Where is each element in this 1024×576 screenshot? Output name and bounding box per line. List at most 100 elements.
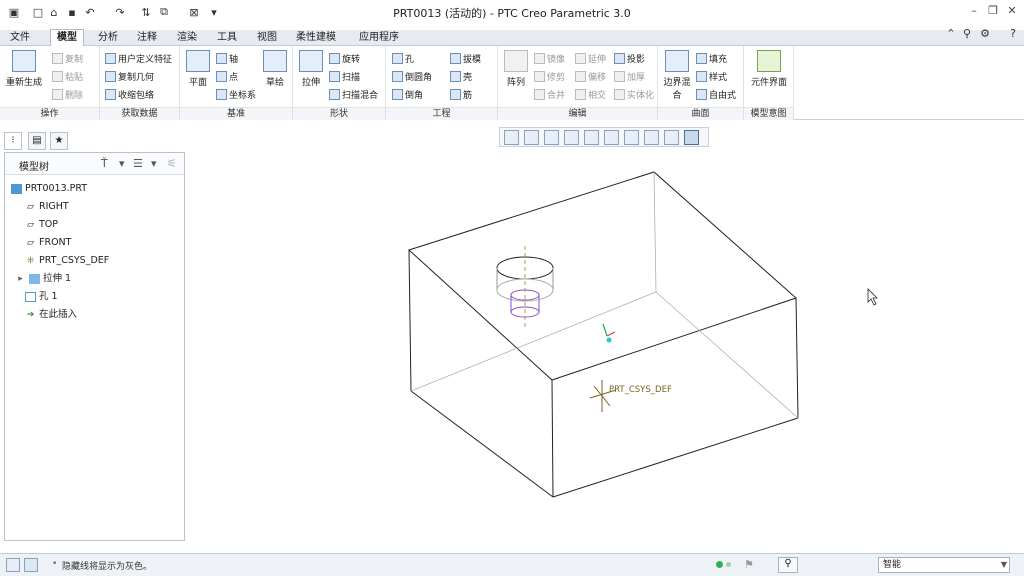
tree-settings-dropdown-icon[interactable]: ▾ xyxy=(119,157,125,170)
tree-item-insert-here[interactable]: ➔ 在此插入 xyxy=(25,307,77,323)
tree-settings-icon[interactable]: Ť xyxy=(101,157,108,170)
extend-button[interactable]: 延伸 xyxy=(575,52,606,65)
tab-file[interactable]: 文件 xyxy=(4,30,36,46)
pattern-button[interactable]: 阵列 xyxy=(502,50,530,88)
repaint-icon[interactable] xyxy=(564,130,579,145)
group-label-engineering[interactable]: 工程 xyxy=(386,107,497,120)
shell-button[interactable]: 壳 xyxy=(450,70,472,83)
tree-item-extrude[interactable]: ▸ 拉伸 1 xyxy=(15,271,71,287)
favorites-tab-icon[interactable]: ★ xyxy=(50,132,68,150)
freestyle-button[interactable]: 自由式 xyxy=(696,88,736,101)
swept-blend-button[interactable]: 扫描混合 xyxy=(329,88,378,101)
point-button[interactable]: 点 xyxy=(216,70,238,83)
merge-button[interactable]: 合并 xyxy=(534,88,565,101)
show-dropdown-icon[interactable]: ▾ xyxy=(151,157,157,170)
tab-flexible-modeling[interactable]: 柔性建模 xyxy=(290,30,342,46)
regen-status-icon xyxy=(716,561,723,568)
close-icon[interactable]: ✕ xyxy=(1004,4,1020,18)
tab-analysis[interactable]: 分析 xyxy=(92,30,124,46)
solidify-button[interactable]: 实体化 xyxy=(614,88,654,101)
shrinkwrap-button[interactable]: 收缩包络 xyxy=(105,88,154,101)
sweep-button[interactable]: 扫描 xyxy=(329,70,360,83)
restore-icon[interactable]: ❐ xyxy=(985,4,1001,18)
extrude-button[interactable]: 拉伸 xyxy=(297,50,325,88)
axis-button[interactable]: 轴 xyxy=(216,52,238,65)
zoom-out-icon[interactable] xyxy=(544,130,559,145)
minimize-ribbon-icon[interactable]: ⌃ xyxy=(944,27,958,41)
saved-orientations-icon[interactable] xyxy=(604,130,619,145)
csys-button[interactable]: 坐标系 xyxy=(216,88,256,101)
filter-icon[interactable]: ⚟ xyxy=(167,157,177,170)
group-operations: 重新生成 复制 粘贴 删除 操作 xyxy=(0,46,100,120)
graphics-area[interactable]: PRT_CSYS_DEF xyxy=(190,150,1024,545)
toggle-navigator-icon[interactable] xyxy=(6,558,20,572)
delete-button[interactable]: 删除 xyxy=(52,88,83,101)
folder-browser-tab-icon[interactable]: ▤ xyxy=(28,132,46,150)
boundary-blend-button[interactable]: 边界混合 xyxy=(662,50,692,101)
copy-button[interactable]: 复制 xyxy=(52,52,83,65)
udf-button[interactable]: 用户定义特征 xyxy=(105,52,172,65)
sketch-button[interactable]: 草绘 xyxy=(262,50,288,88)
search-icon[interactable]: ⚲ xyxy=(960,27,974,41)
style-button[interactable]: 样式 xyxy=(696,70,727,83)
tab-render[interactable]: 渲染 xyxy=(171,30,203,46)
component-interface-button[interactable]: 元件界面 xyxy=(750,50,788,88)
group-label-model-intent[interactable]: 模型意图 xyxy=(744,107,793,120)
group-label-datum[interactable]: 基准 xyxy=(180,107,292,120)
copy-geometry-button[interactable]: 复制几何 xyxy=(105,70,154,83)
chamfer-button[interactable]: 倒角 xyxy=(392,88,423,101)
ribbon-tabs: 文件 模型 分析 注释 渲染 工具 视图 柔性建模 应用程序 xyxy=(0,29,1024,46)
thicken-button[interactable]: 加厚 xyxy=(614,70,645,83)
flag-icon[interactable]: ⚑ xyxy=(744,558,754,571)
group-label-editing[interactable]: 编辑 xyxy=(498,107,657,120)
paste-button[interactable]: 粘贴 xyxy=(52,70,83,83)
minimize-icon[interactable]: – xyxy=(966,4,982,18)
refit-icon[interactable] xyxy=(504,130,519,145)
style-icon xyxy=(696,71,707,82)
show-icon[interactable]: ☰ xyxy=(133,157,143,170)
group-label-surfaces[interactable]: 曲面 xyxy=(658,107,743,120)
tab-tools[interactable]: 工具 xyxy=(211,30,243,46)
round-button[interactable]: 倒圆角 xyxy=(392,70,432,83)
rib-button[interactable]: 筋 xyxy=(450,88,472,101)
view-manager-icon[interactable] xyxy=(624,130,639,145)
project-button[interactable]: 投影 xyxy=(614,52,645,65)
annotation-display-icon[interactable] xyxy=(684,130,699,145)
tree-item-front[interactable]: ▱ FRONT xyxy=(25,235,71,251)
model-tree-tab-icon[interactable]: ⁝ xyxy=(4,132,22,150)
revolve-button[interactable]: 旋转 xyxy=(329,52,360,65)
find-icon[interactable]: ⚲ xyxy=(778,557,798,573)
draft-button[interactable]: 拔模 xyxy=(450,52,481,65)
browser-icon[interactable] xyxy=(24,558,38,572)
hole-button[interactable]: 孔 xyxy=(392,52,414,65)
datum-display-filters-icon[interactable] xyxy=(664,130,679,145)
group-label-shapes[interactable]: 形状 xyxy=(293,107,385,120)
perspective-icon[interactable] xyxy=(644,130,659,145)
model-tree: 模型树 Ť ▾ ☰ ▾ ⚟ PRT0013.PRT ▱ RIGHT ▱ TOP ▱ F… xyxy=(4,152,185,541)
settings-icon[interactable]: ⚙ xyxy=(978,27,992,41)
zoom-in-icon[interactable] xyxy=(524,130,539,145)
group-label-get-data[interactable]: 获取数据 xyxy=(100,107,179,120)
tree-item-right[interactable]: ▱ RIGHT xyxy=(25,199,69,215)
sketch-icon xyxy=(263,50,287,72)
tab-applications[interactable]: 应用程序 xyxy=(353,30,405,46)
tab-model[interactable]: 模型 xyxy=(50,29,84,46)
expand-arrow-icon[interactable]: ▸ xyxy=(15,274,26,284)
offset-button[interactable]: 偏移 xyxy=(575,70,606,83)
mirror-button[interactable]: 镜像 xyxy=(534,52,565,65)
plane-button[interactable]: 平面 xyxy=(184,50,212,88)
fill-button[interactable]: 填充 xyxy=(696,52,727,65)
tree-item-csys[interactable]: ⁜ PRT_CSYS_DEF xyxy=(25,253,110,269)
selection-filter-dropdown[interactable]: 智能 ▼ xyxy=(878,557,1010,573)
tree-item-top[interactable]: ▱ TOP xyxy=(25,217,58,233)
tree-item-hole[interactable]: 孔 1 xyxy=(25,289,58,305)
group-label-operations[interactable]: 操作 xyxy=(0,107,99,120)
trim-button[interactable]: 修剪 xyxy=(534,70,565,83)
tab-annotate[interactable]: 注释 xyxy=(131,30,163,46)
help-icon[interactable]: ? xyxy=(1006,27,1020,41)
regenerate-button[interactable]: 重新生成 xyxy=(6,50,42,88)
tab-view[interactable]: 视图 xyxy=(251,30,283,46)
intersect-button[interactable]: 相交 xyxy=(575,88,606,101)
display-style-icon[interactable] xyxy=(584,130,599,145)
tree-item-part[interactable]: PRT0013.PRT xyxy=(11,181,87,197)
